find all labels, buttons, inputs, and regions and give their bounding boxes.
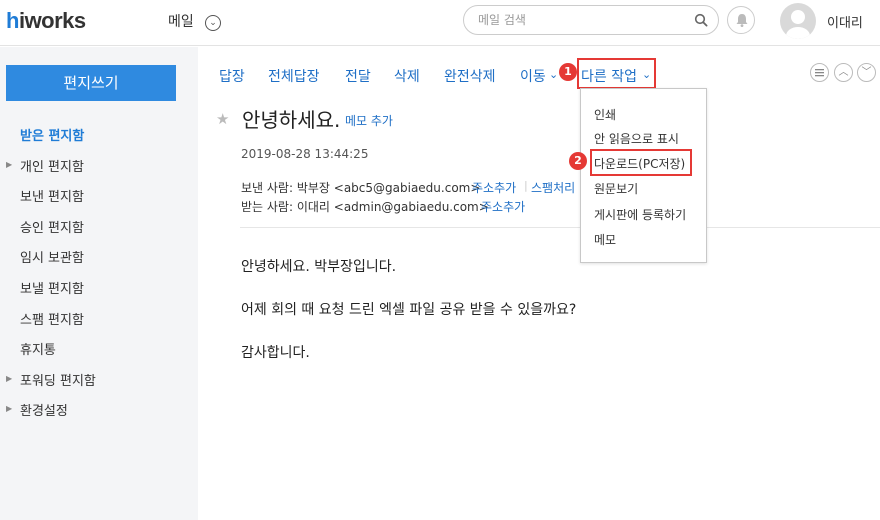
message-date: 2019-08-28 13:44:25 [241,147,369,161]
recipient-add-contact-link[interactable]: 주소추가 [481,198,525,215]
chevron-down-icon[interactable]: ⌄ [549,68,558,81]
reply-button[interactable]: 답장 [219,66,245,86]
move-button[interactable]: 이동 [520,66,546,86]
step-badge-2: 2 [569,152,587,170]
permanent-delete-button[interactable]: 완전삭제 [444,66,496,86]
body-line: 어제 회의 때 요청 드린 엑셀 파일 공유 받을 수 있을까요? [241,302,577,318]
body-line: 감사합니다. [241,345,310,361]
menu-item-mark-unread[interactable]: 안 읽음으로 표시 [594,130,679,147]
avatar[interactable] [780,3,816,39]
reply-all-button[interactable]: 전체답장 [268,66,320,86]
search-input[interactable] [478,12,688,28]
delete-button[interactable]: 삭제 [394,66,420,86]
compose-button[interactable]: 편지쓰기 [6,65,176,101]
chevron-down-icon[interactable]: ⌄ [205,15,221,31]
sender-spam-link[interactable]: 스팸처리 [531,179,575,196]
step-badge-1: 1 [559,63,577,81]
sidebar-item-sent[interactable]: 보낸 편지함 [20,186,84,205]
menu-item-post-to-board[interactable]: 게시판에 등록하기 [594,206,686,223]
forward-button[interactable]: 전달 [345,66,371,86]
sidebar-item-drafts[interactable]: 임시 보관함 [20,247,84,266]
menu-item-memo[interactable]: 메모 [594,231,616,248]
memo-add-link[interactable]: 메모 추가 [345,112,393,129]
chevron-up-icon: ︿ [838,67,849,78]
chevron-down-icon: ﹀ [861,67,872,78]
caret-right-icon[interactable]: ▶ [6,160,12,169]
hiworks-logo[interactable]: hiworks [6,8,86,34]
more-actions-button[interactable]: 다른 작업 [581,66,637,86]
list-icon [815,69,824,77]
next-message-button[interactable]: ﹀ [857,63,876,82]
prev-message-button[interactable]: ︿ [834,63,853,82]
caret-right-icon[interactable]: ▶ [6,404,12,413]
header-divider [240,227,880,228]
bell-icon [736,14,748,27]
sidebar-item-forwarding[interactable]: 포워딩 편지함 [20,370,96,389]
download-highlight [590,149,692,176]
star-icon[interactable]: ★ [216,110,229,128]
logo-prefix: h [6,8,19,33]
notification-button[interactable] [727,6,755,34]
chevron-down-icon[interactable]: ⌄ [642,68,651,81]
sidebar-item-trash[interactable]: 휴지통 [20,339,56,358]
sidebar-item-settings[interactable]: 환경설정 [20,400,68,419]
list-view-button[interactable] [810,63,829,82]
user-silhouette-icon [786,10,810,39]
sidebar-item-personal[interactable]: 개인 편지함 [20,156,84,175]
sidebar-item-spam[interactable]: 스팸 편지함 [20,309,84,328]
search-icon[interactable] [694,13,708,27]
app-title[interactable]: 메일 [168,11,194,31]
user-name[interactable]: 이대리 [827,12,863,31]
message-subject: 안녕하세요. [242,108,341,132]
sender-line: 보낸 사람: 박부장 <abc5@gabiaedu.com> [241,181,481,195]
sidebar-item-outbox[interactable]: 보낼 편지함 [20,278,84,297]
sender-add-contact-link[interactable]: 주소추가 [472,179,516,196]
separator: | [524,179,528,192]
menu-item-view-source[interactable]: 원문보기 [594,180,638,197]
menu-item-print[interactable]: 인쇄 [594,106,616,123]
search-box [463,5,719,35]
caret-right-icon[interactable]: ▶ [6,374,12,383]
recipient-line: 받는 사람: 이대리 <admin@gabiaedu.com> [241,200,489,214]
top-bar: hiworks 메일 ⌄ 이대리 [0,0,880,46]
logo-rest: iworks [18,8,86,33]
sidebar-item-inbox[interactable]: 받은 편지함 [20,125,84,144]
body-line: 안녕하세요. 박부장입니다. [241,259,397,275]
sidebar-item-approval[interactable]: 승인 편지함 [20,217,84,236]
